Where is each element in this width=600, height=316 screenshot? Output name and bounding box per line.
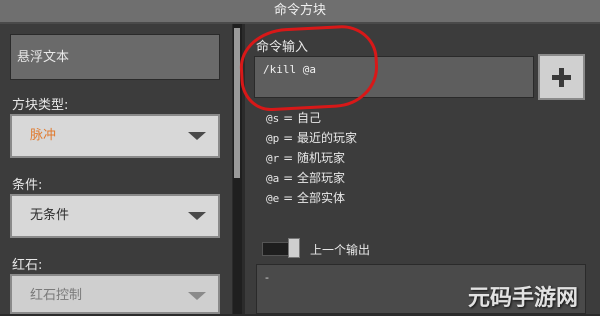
plus-icon-vertical bbox=[559, 68, 564, 87]
list-item: @r = 随机玩家 bbox=[266, 151, 345, 165]
condition-value: 无条件 bbox=[30, 208, 70, 223]
hover-text-input[interactable]: 悬浮文本 bbox=[10, 34, 220, 80]
list-item: @p = 最近的玩家 bbox=[266, 131, 357, 145]
window-title: 命令方块 bbox=[0, 0, 600, 24]
selector-help-list: @s = 自己 @p = 最近的玩家 @r = 随机玩家 @a = 全部玩家 @… bbox=[266, 108, 357, 208]
watermark: 元码手游网 bbox=[468, 286, 579, 311]
block-type-label: 方块类型: bbox=[12, 98, 69, 113]
chevron-down-icon bbox=[188, 212, 206, 220]
condition-dropdown[interactable]: 无条件 bbox=[10, 194, 220, 238]
redstone-dropdown[interactable]: 红石控制 bbox=[10, 274, 220, 314]
redstone-label: 红石: bbox=[12, 258, 43, 273]
scrollbar-thumb[interactable] bbox=[234, 28, 240, 178]
condition-label: 条件: bbox=[12, 178, 43, 193]
add-button[interactable] bbox=[538, 54, 585, 100]
block-type-value: 脉冲 bbox=[30, 128, 57, 143]
block-type-dropdown[interactable]: 脉冲 bbox=[10, 114, 220, 158]
redstone-value: 红石控制 bbox=[30, 288, 83, 303]
chevron-down-icon bbox=[188, 132, 206, 140]
toggle-thumb bbox=[288, 238, 300, 258]
previous-output-toggle[interactable] bbox=[262, 238, 302, 258]
list-item: @a = 全部玩家 bbox=[266, 171, 345, 185]
previous-output-label: 上一个输出 bbox=[310, 243, 371, 257]
list-item: @s = 自己 bbox=[266, 111, 321, 125]
list-item: @e = 全部实体 bbox=[266, 191, 345, 205]
chevron-down-icon bbox=[188, 292, 206, 300]
red-circle-annotation bbox=[237, 23, 381, 113]
